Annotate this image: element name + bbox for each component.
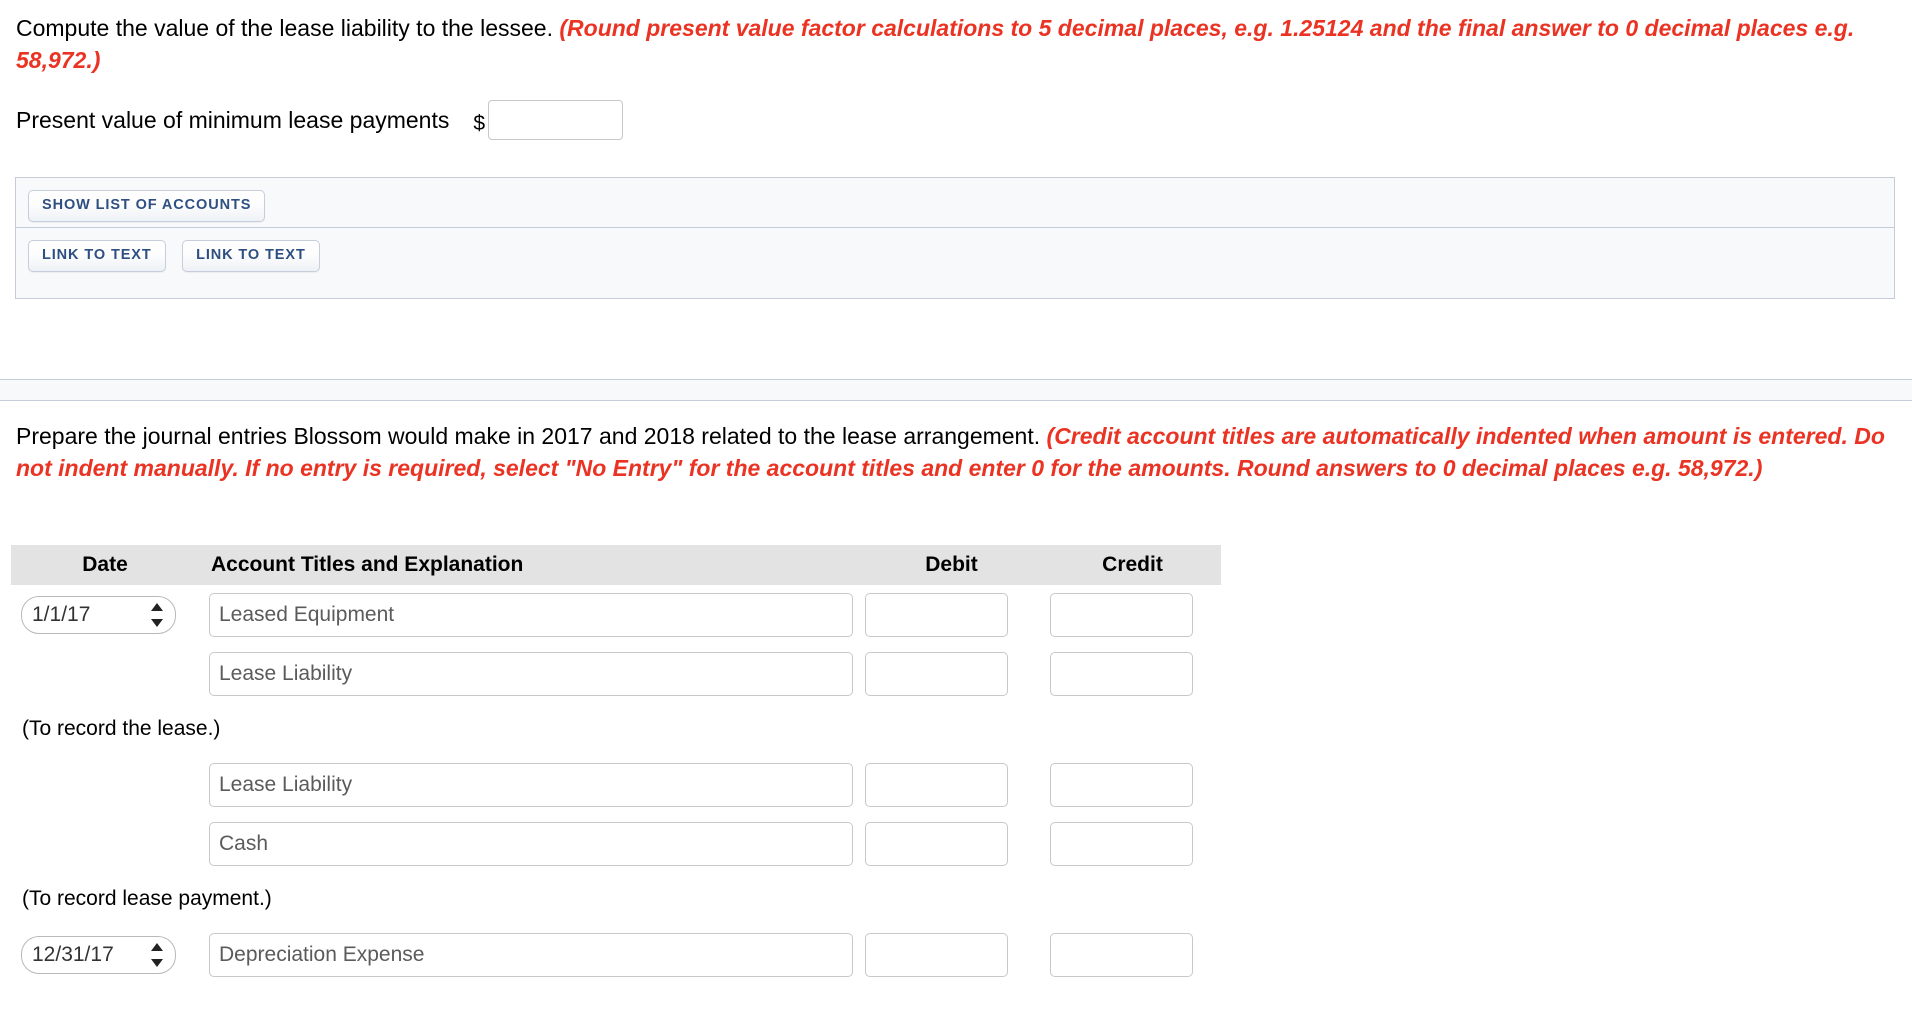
journal-memo-row: (To record lease payment.) [11, 873, 1221, 925]
show-list-of-accounts-button[interactable]: SHOW LIST OF ACCOUNTS [28, 190, 266, 222]
table-row [11, 814, 1221, 873]
action-panel: SHOW LIST OF ACCOUNTS LINK TO TEXT LINK … [15, 177, 1895, 299]
credit-input[interactable] [1050, 932, 1193, 977]
journal-memo-row: (To record the lease.) [11, 703, 1221, 755]
journal-credit-cell [1044, 644, 1221, 703]
credit-input[interactable] [1050, 592, 1193, 637]
date-select-wrapper: 12/31/17 [21, 935, 176, 974]
header-debit: Debit [859, 545, 1044, 585]
table-header-row: Date Account Titles and Explanation Debi… [11, 545, 1221, 585]
journal-credit-cell [1044, 925, 1221, 984]
credit-input[interactable] [1050, 762, 1193, 807]
journal-memo-text: (To record lease payment.) [22, 887, 272, 910]
account-title-input[interactable] [209, 651, 853, 696]
journal-date-cell [11, 814, 199, 873]
journal-prompt-plain-text: Prepare the journal entries Blossom woul… [16, 423, 1047, 449]
journal-entry-table-wrapper: Date Account Titles and Explanation Debi… [11, 545, 1221, 984]
link-to-text-button-2[interactable]: LINK TO TEXT [182, 240, 320, 272]
section-separator [0, 379, 1912, 401]
dollar-sign-icon: $ [473, 112, 486, 135]
account-title-input[interactable] [209, 762, 853, 807]
journal-memo-cell: (To record lease payment.) [11, 873, 1221, 925]
journal-account-cell [199, 755, 859, 814]
journal-entries-prompt: Prepare the journal entries Blossom woul… [16, 420, 1896, 484]
credit-input[interactable] [1050, 651, 1193, 696]
journal-debit-cell [859, 814, 1044, 873]
journal-account-cell [199, 925, 859, 984]
journal-account-cell [199, 814, 859, 873]
journal-debit-cell [859, 755, 1044, 814]
debit-input[interactable] [865, 651, 1008, 696]
journal-body: 1/1/17 (To record the lease.) (To record l… [11, 585, 1221, 984]
link-to-text-band: LINK TO TEXT LINK TO TEXT [16, 228, 1894, 298]
debit-input[interactable] [865, 762, 1008, 807]
journal-entry-table: Date Account Titles and Explanation Debi… [11, 545, 1221, 984]
header-date: Date [11, 545, 199, 585]
present-value-input[interactable] [488, 100, 624, 140]
link-to-text-button-1[interactable]: LINK TO TEXT [28, 240, 166, 272]
question-page: Compute the value of the lease liability… [0, 0, 1912, 1022]
show-list-band: SHOW LIST OF ACCOUNTS [16, 178, 1894, 228]
table-row [11, 755, 1221, 814]
account-title-input[interactable] [209, 821, 853, 866]
prompt-plain-text: Compute the value of the lease liability… [16, 15, 560, 41]
table-row [11, 644, 1221, 703]
table-row: 12/31/17 [11, 925, 1221, 984]
credit-input[interactable] [1050, 821, 1193, 866]
journal-memo-cell: (To record the lease.) [11, 703, 1221, 755]
journal-debit-cell [859, 925, 1044, 984]
compute-lease-liability-prompt: Compute the value of the lease liability… [16, 12, 1896, 76]
journal-credit-cell [1044, 755, 1221, 814]
journal-date-cell: 1/1/17 [11, 585, 199, 644]
date-select[interactable]: 12/31/17 [21, 935, 176, 974]
journal-debit-cell [859, 644, 1044, 703]
debit-input[interactable] [865, 592, 1008, 637]
debit-input[interactable] [865, 932, 1008, 977]
journal-date-cell [11, 755, 199, 814]
journal-account-cell [199, 644, 859, 703]
header-account: Account Titles and Explanation [199, 545, 859, 585]
table-row: 1/1/17 [11, 585, 1221, 644]
account-title-input[interactable] [209, 592, 853, 637]
journal-date-cell [11, 644, 199, 703]
journal-credit-cell [1044, 585, 1221, 644]
present-value-label: Present value of minimum lease payments [16, 107, 450, 133]
journal-memo-text: (To record the lease.) [22, 717, 221, 740]
present-value-row: Present value of minimum lease payments … [16, 100, 624, 140]
account-title-input[interactable] [209, 932, 853, 977]
header-credit: Credit [1044, 545, 1221, 585]
date-select-wrapper: 1/1/17 [21, 595, 176, 634]
journal-credit-cell [1044, 814, 1221, 873]
journal-date-cell: 12/31/17 [11, 925, 199, 984]
date-select[interactable]: 1/1/17 [21, 595, 176, 634]
journal-debit-cell [859, 585, 1044, 644]
journal-account-cell [199, 585, 859, 644]
debit-input[interactable] [865, 821, 1008, 866]
